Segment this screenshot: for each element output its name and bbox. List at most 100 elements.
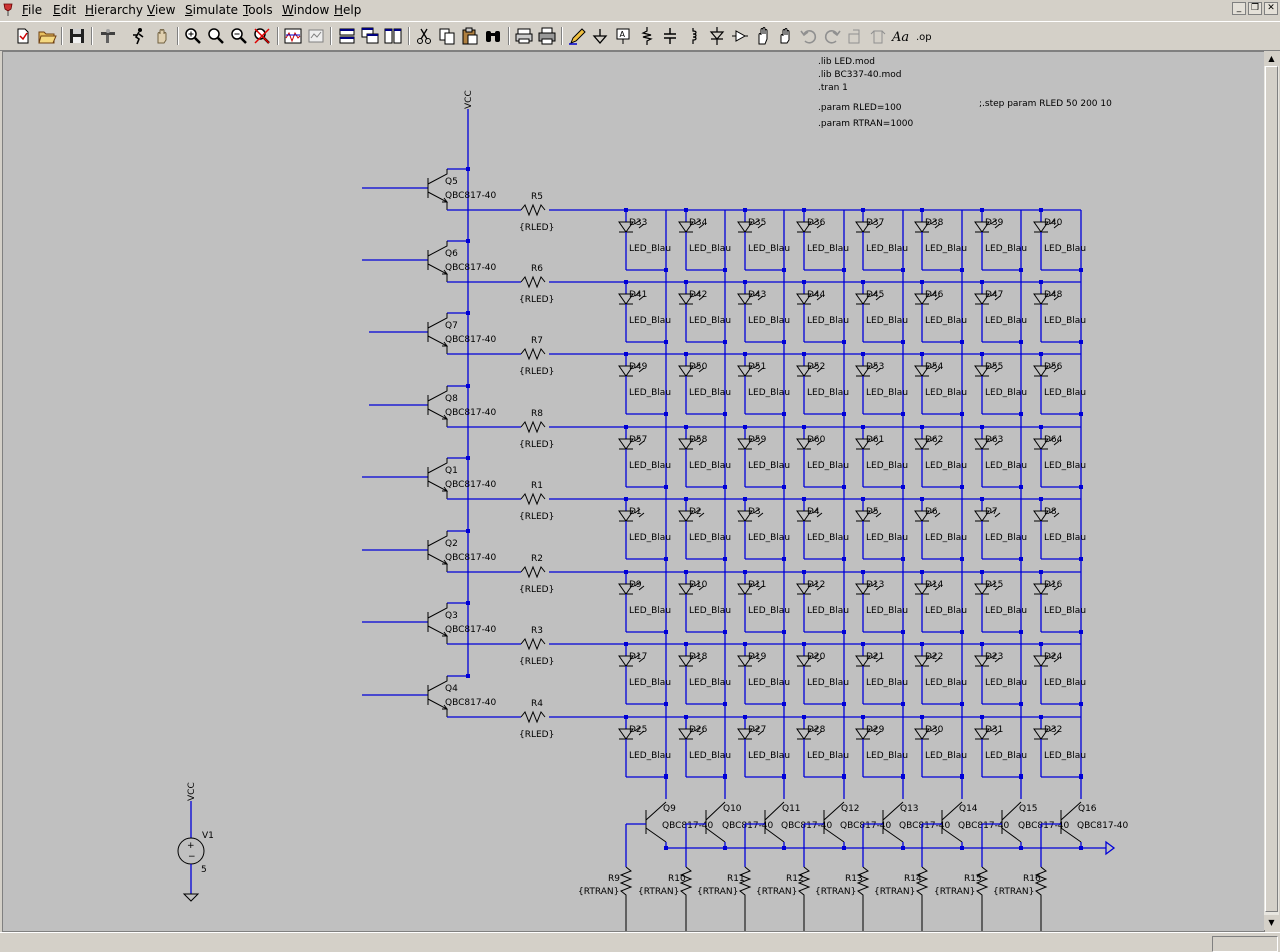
scroll-down-icon[interactable]: ▼ [1264, 915, 1279, 930]
component-icon[interactable] [730, 26, 750, 46]
led-model: LED_Blau [866, 244, 908, 254]
row-resistor-name: R3 [531, 626, 543, 636]
wire-junction [1079, 412, 1083, 416]
tile-vertical-icon[interactable] [383, 26, 403, 46]
tile-horizontal-icon[interactable] [337, 26, 357, 46]
source-net-label: VCC [187, 782, 197, 801]
run-icon[interactable] [128, 26, 148, 46]
wire-junction [782, 412, 786, 416]
label-net-icon[interactable]: A [613, 26, 633, 46]
resistor-icon[interactable] [637, 26, 657, 46]
spice-directive-icon[interactable]: .op [914, 26, 934, 46]
column-transistor-model: QBC817-40 [840, 821, 892, 831]
led-model: LED_Blau [925, 461, 967, 471]
spice-directive: .lib LED.mod [818, 57, 875, 67]
wire-junction [901, 630, 905, 634]
column-transistor-name: Q14 [959, 804, 978, 814]
scroll-up-icon[interactable]: ▲ [1264, 51, 1279, 66]
cut-icon[interactable] [414, 26, 434, 46]
column-resistor-value: {RTRAN} [934, 887, 975, 897]
led-name: D36 [807, 218, 826, 228]
led-model: LED_Blau [748, 316, 790, 326]
led-name: D7 [985, 507, 998, 517]
menu-edit[interactable]: Edit [53, 3, 76, 18]
undo-icon[interactable] [799, 26, 819, 46]
led-model: LED_Blau [866, 316, 908, 326]
scroll-thumb[interactable] [1265, 66, 1278, 912]
wire-junction [466, 311, 470, 315]
menu-hierarchy[interactable]: Hierarchy [85, 3, 143, 18]
ground-icon[interactable] [590, 26, 610, 46]
rotate-icon[interactable] [845, 26, 865, 46]
new-schematic-icon[interactable] [13, 26, 33, 46]
zoom-out-icon[interactable] [229, 26, 249, 46]
control-panel-icon[interactable] [98, 26, 118, 46]
wire-junction [723, 268, 727, 272]
menu-view[interactable]: View [147, 3, 175, 18]
mirror-icon[interactable] [868, 26, 888, 46]
menu-help[interactable]: Help [334, 3, 361, 18]
wire-junction [1019, 485, 1023, 489]
halt-icon[interactable] [152, 26, 172, 46]
column-transistor-name: Q11 [782, 804, 801, 814]
find-icon[interactable] [483, 26, 503, 46]
inductor-icon[interactable] [683, 26, 703, 46]
row-transistor-Q3 [427, 603, 448, 644]
save-icon[interactable] [67, 26, 87, 46]
print-preview-icon[interactable] [514, 26, 534, 46]
source-name: V1 [202, 831, 214, 841]
ltspice-app-icon[interactable] [2, 3, 14, 17]
close-icon[interactable]: ✕ [1264, 2, 1278, 15]
row-resistor-R3 [520, 637, 546, 651]
wire-junction [901, 340, 905, 344]
zoom-fit-icon[interactable] [252, 26, 272, 46]
led-name: D39 [985, 218, 1004, 228]
print-icon[interactable] [537, 26, 557, 46]
led-model: LED_Blau [866, 606, 908, 616]
wire-junction [1019, 340, 1023, 344]
autorange-icon[interactable] [306, 26, 326, 46]
wire-junction [466, 239, 470, 243]
schematic-canvas[interactable]: .lib LED.mod .lib BC337-40.mod .tran 1 .par… [2, 51, 1265, 932]
wire-junction [664, 702, 668, 706]
redo-icon[interactable] [822, 26, 842, 46]
draw-wire-icon[interactable] [567, 26, 587, 46]
toolbar-separator [177, 27, 179, 45]
waveform-icon[interactable] [283, 26, 303, 46]
capacitor-icon[interactable] [660, 26, 680, 46]
column-resistor-name: R15 [964, 874, 982, 884]
zoom-in-icon[interactable] [183, 26, 203, 46]
column-resistor-value: {RTRAN} [815, 887, 856, 897]
schematic-drawing[interactable]: .lib LED.mod .lib BC337-40.mod .tran 1 .par… [2, 51, 1265, 932]
row-resistor-R4 [520, 710, 546, 724]
menu-tools[interactable]: Tools [243, 3, 273, 18]
column-transistor-name: Q12 [841, 804, 860, 814]
paste-icon[interactable] [460, 26, 480, 46]
column-transistor-name: Q16 [1078, 804, 1097, 814]
led-model: LED_Blau [689, 751, 731, 761]
led-model: LED_Blau [925, 678, 967, 688]
minimize-icon[interactable]: _ [1232, 2, 1246, 15]
vertical-scrollbar[interactable]: ▲ ▼ [1264, 51, 1279, 930]
open-icon[interactable] [37, 26, 57, 46]
menu-simulate[interactable]: Simulate [185, 3, 238, 18]
zoom-pan-icon[interactable] [206, 26, 226, 46]
row-resistor-value: {RLED} [519, 512, 554, 522]
wire-junction [664, 630, 668, 634]
toolbar-separator [61, 27, 63, 45]
diode-icon[interactable] [707, 26, 727, 46]
text-icon[interactable]: Aa [891, 26, 911, 46]
led-name: D44 [807, 290, 826, 300]
row-transistor-model: QBC817-40 [445, 191, 497, 201]
cascade-icon[interactable] [360, 26, 380, 46]
led-model: LED_Blau [985, 461, 1027, 471]
move-icon[interactable] [753, 26, 773, 46]
menu-file[interactable]: File [22, 3, 42, 18]
copy-icon[interactable] [437, 26, 457, 46]
spice-directive: .param RTRAN=1000 [818, 119, 914, 129]
row-transistor-name: Q2 [445, 539, 458, 549]
restore-icon[interactable]: ❐ [1248, 2, 1262, 15]
wire-junction [723, 340, 727, 344]
menu-window[interactable]: Window [282, 3, 329, 18]
drag-icon[interactable] [776, 26, 796, 46]
